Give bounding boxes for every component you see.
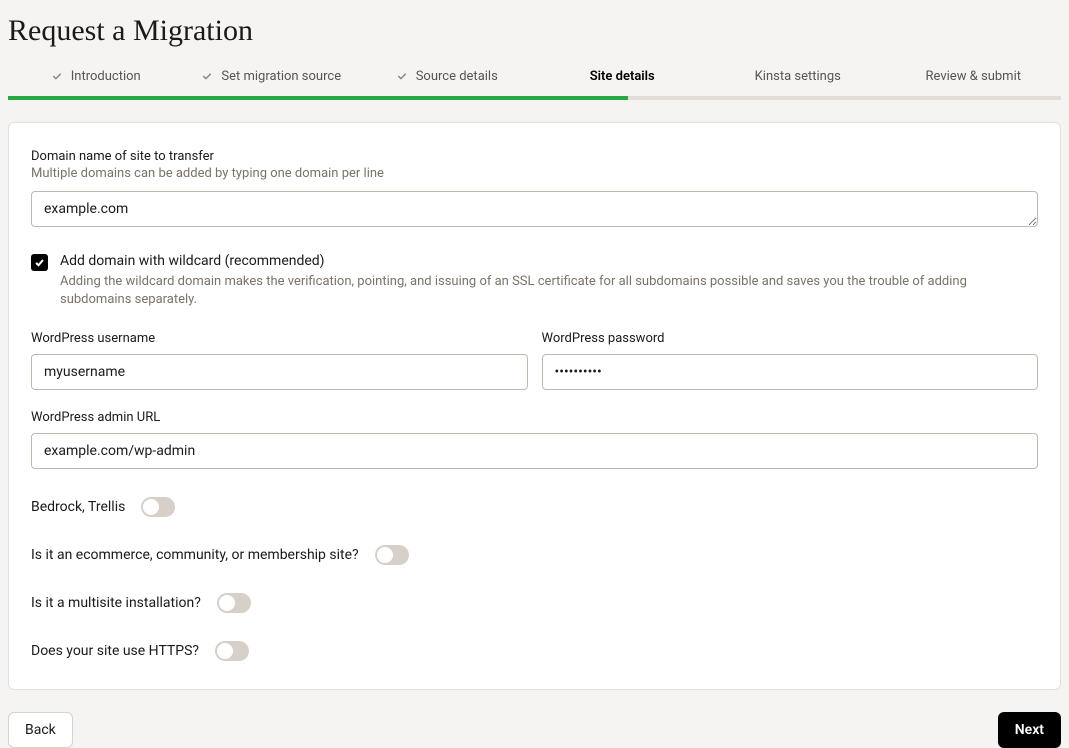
stepper-progress [8, 96, 628, 100]
wildcard-description: Adding the wildcard domain makes the ver… [60, 273, 1038, 309]
multisite-label: Is it a multisite installation? [31, 595, 201, 611]
wp-username-label: WordPress username [31, 331, 528, 346]
wp-admin-url-input[interactable] [31, 433, 1038, 469]
wp-password-group: WordPress password [542, 331, 1039, 390]
check-icon [51, 70, 63, 82]
bedrock-label: Bedrock, Trellis [31, 499, 125, 515]
https-toggle[interactable] [215, 641, 249, 661]
wildcard-label: Add domain with wildcard (recommended) [60, 253, 1038, 269]
wp-password-label: WordPress password [542, 331, 1039, 346]
stepper: Introduction Set migration source Source… [8, 62, 1061, 100]
wp-username-input[interactable] [31, 354, 528, 390]
page-title: Request a Migration [8, 0, 1061, 62]
domain-field-group: Domain name of site to transfer Multiple… [31, 149, 1038, 231]
ecommerce-label: Is it an ecommerce, community, or member… [31, 547, 359, 563]
multisite-toggle[interactable] [217, 593, 251, 613]
step-label: Introduction [71, 69, 141, 84]
step-kinsta-settings[interactable]: Kinsta settings [710, 62, 886, 100]
step-label: Site details [590, 69, 655, 84]
step-label: Set migration source [221, 69, 341, 84]
domain-sublabel: Multiple domains can be added by typing … [31, 166, 1038, 181]
form-panel: Domain name of site to transfer Multiple… [8, 122, 1061, 690]
step-review-submit[interactable]: Review & submit [886, 62, 1062, 100]
step-migration-source[interactable]: Set migration source [184, 62, 360, 100]
check-icon [396, 70, 408, 82]
step-label: Review & submit [926, 69, 1021, 84]
wp-password-input[interactable] [542, 354, 1039, 390]
check-icon [201, 70, 213, 82]
https-toggle-row: Does your site use HTTPS? [31, 641, 1038, 661]
https-label: Does your site use HTTPS? [31, 643, 199, 659]
multisite-toggle-row: Is it a multisite installation? [31, 593, 1038, 613]
wp-username-group: WordPress username [31, 331, 528, 390]
domain-input[interactable] [31, 191, 1038, 227]
step-source-details[interactable]: Source details [359, 62, 535, 100]
ecommerce-toggle[interactable] [375, 545, 409, 565]
bedrock-toggle-row: Bedrock, Trellis [31, 497, 1038, 517]
step-site-details[interactable]: Site details [535, 62, 711, 100]
wildcard-checkbox[interactable] [31, 254, 48, 271]
back-button[interactable]: Back [8, 712, 73, 748]
wildcard-checkbox-row: Add domain with wildcard (recommended) A… [31, 253, 1038, 309]
step-label: Kinsta settings [755, 69, 841, 84]
wp-admin-url-label: WordPress admin URL [31, 410, 1038, 425]
ecommerce-toggle-row: Is it an ecommerce, community, or member… [31, 545, 1038, 565]
next-button[interactable]: Next [998, 712, 1061, 748]
bedrock-toggle[interactable] [141, 497, 175, 517]
step-label: Source details [416, 69, 498, 84]
domain-label: Domain name of site to transfer [31, 149, 1038, 164]
step-introduction[interactable]: Introduction [8, 62, 184, 100]
wp-admin-url-group: WordPress admin URL [31, 410, 1038, 469]
footer: Back Next [8, 712, 1061, 748]
